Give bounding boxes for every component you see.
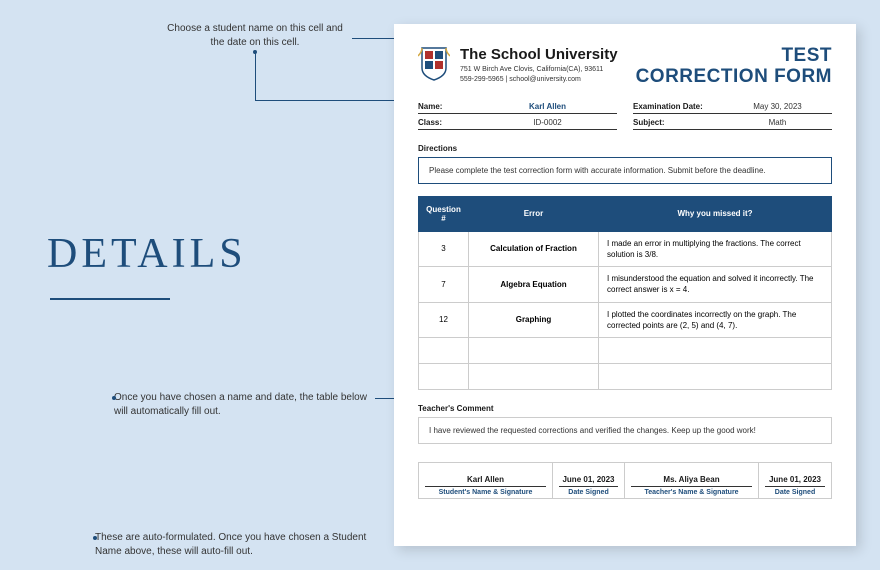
date-signed-2: June 01, 2023 <box>765 467 825 484</box>
subject-field[interactable]: Subject: Math <box>633 118 832 130</box>
exam-date-value: May 30, 2023 <box>723 102 832 111</box>
callout-mid: Once you have chosen a name and date, th… <box>114 391 374 419</box>
teacher-sig-label: Teacher's Name & Signature <box>631 486 752 496</box>
meta-row-1: Name: Karl Allen Examination Date: May 3… <box>418 102 832 114</box>
directions-box: Please complete the test correction form… <box>418 157 832 184</box>
exam-date-label: Examination Date: <box>633 102 723 111</box>
col-why: Why you missed it? <box>599 196 832 231</box>
teacher-sig-name: Ms. Aliya Bean <box>631 467 752 484</box>
comment-box: I have reviewed the requested correction… <box>418 417 832 444</box>
table-header-row: Question # Error Why you missed it? <box>419 196 832 231</box>
school-contact: 559-299-5965 | school@university.com <box>460 75 626 85</box>
cell-error: Calculation of Fraction <box>469 231 599 266</box>
table-row-blank <box>419 337 832 363</box>
arrow-dot <box>93 536 97 540</box>
school-address: 751 W Birch Ave Clovis, California(CA), … <box>460 65 626 75</box>
form-title: TEST CORRECTION FORM <box>636 46 832 88</box>
comment-label: Teacher's Comment <box>418 404 832 413</box>
form-title-line1: TEST <box>636 46 832 67</box>
class-label: Class: <box>418 118 478 127</box>
cell-question: 7 <box>419 267 469 302</box>
table-row-blank <box>419 363 832 389</box>
form-title-line2: CORRECTION FORM <box>636 67 832 88</box>
col-question: Question # <box>419 196 469 231</box>
class-field[interactable]: Class: ID-0002 <box>418 118 617 130</box>
date-signed-1: June 01, 2023 <box>559 467 618 484</box>
cell-error: Graphing <box>469 302 599 337</box>
form-page: The School University 751 W Birch Ave Cl… <box>394 24 856 546</box>
exam-date-field[interactable]: Examination Date: May 30, 2023 <box>633 102 832 114</box>
signature-row: Karl Allen Student's Name & Signature Ju… <box>418 462 832 499</box>
date-signed-2-cell: June 01, 2023 Date Signed <box>759 463 831 498</box>
student-sig-name: Karl Allen <box>425 467 546 484</box>
date-signed-1-label: Date Signed <box>559 486 618 496</box>
subject-value: Math <box>723 118 832 127</box>
details-heading: DETAILS <box>47 230 247 278</box>
cell-question: 3 <box>419 231 469 266</box>
date-signed-1-cell: June 01, 2023 Date Signed <box>553 463 625 498</box>
table-row: 7 Algebra Equation I misunderstood the e… <box>419 267 832 302</box>
callout-bottom: These are auto-formulated. Once you have… <box>95 531 395 559</box>
teacher-signature-cell: Ms. Aliya Bean Teacher's Name & Signatur… <box>625 463 759 498</box>
cell-question: 12 <box>419 302 469 337</box>
student-sig-label: Student's Name & Signature <box>425 486 546 496</box>
subject-label: Subject: <box>633 118 723 127</box>
school-logo-icon <box>418 46 450 82</box>
details-underline <box>50 298 170 300</box>
name-value: Karl Allen <box>478 102 617 111</box>
table-row: 12 Graphing I plotted the coordinates in… <box>419 302 832 337</box>
callout-top: Choose a student name on this cell and t… <box>160 22 350 50</box>
corrections-table: Question # Error Why you missed it? 3 Ca… <box>418 196 832 390</box>
cell-why: I plotted the coordinates incorrectly on… <box>599 302 832 337</box>
col-error: Error <box>469 196 599 231</box>
name-field[interactable]: Name: Karl Allen <box>418 102 617 114</box>
table-row: 3 Calculation of Fraction I made an erro… <box>419 231 832 266</box>
cell-why: I misunderstood the equation and solved … <box>599 267 832 302</box>
cell-why: I made an error in multiplying the fract… <box>599 231 832 266</box>
student-signature-cell: Karl Allen Student's Name & Signature <box>419 463 553 498</box>
school-info: The School University 751 W Birch Ave Cl… <box>460 46 626 85</box>
school-name: The School University <box>460 46 626 63</box>
arrow-dot <box>112 396 116 400</box>
meta-row-2: Class: ID-0002 Subject: Math <box>418 118 832 130</box>
arrow-line <box>255 52 256 100</box>
class-value: ID-0002 <box>478 118 617 127</box>
cell-error: Algebra Equation <box>469 267 599 302</box>
directions-label: Directions <box>418 144 832 153</box>
name-label: Name: <box>418 102 478 111</box>
form-header: The School University 751 W Birch Ave Cl… <box>418 46 832 88</box>
date-signed-2-label: Date Signed <box>765 486 825 496</box>
